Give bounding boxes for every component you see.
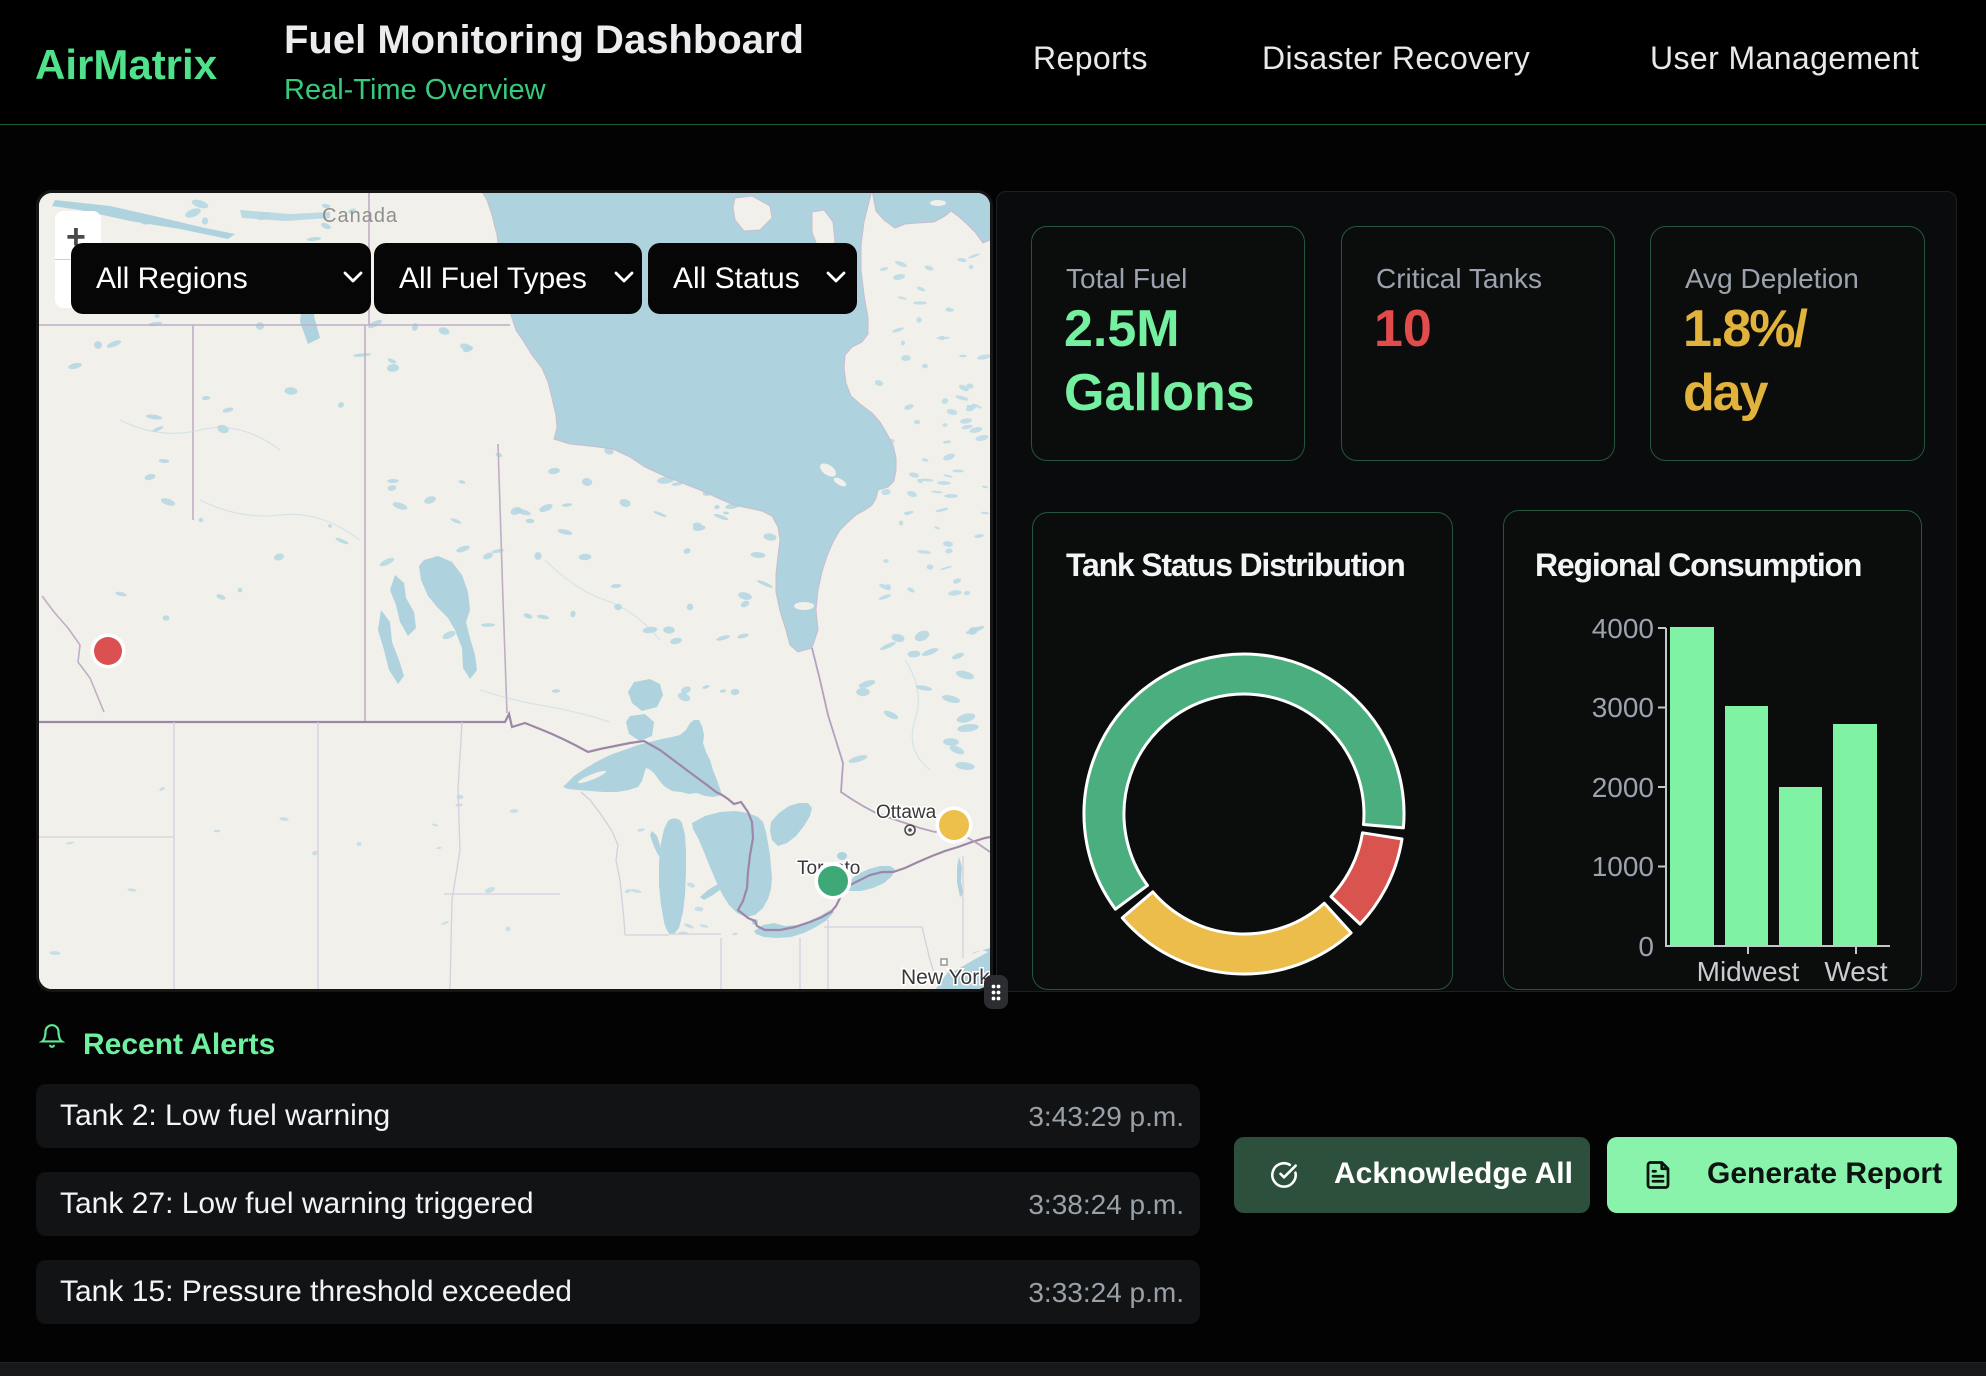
svg-text:4000: 4000 [1592,613,1654,644]
svg-text:Canada: Canada [322,205,398,227]
svg-text:0: 0 [1638,931,1654,962]
svg-text:Midwest: Midwest [1697,956,1800,987]
svg-text:1000: 1000 [1592,851,1654,882]
svg-text:3000: 3000 [1592,692,1654,723]
svg-text:New York: New York [901,966,990,989]
svg-text:West: West [1824,956,1887,987]
svg-text:2000: 2000 [1592,772,1654,803]
svg-text:Ottawa: Ottawa [876,802,937,823]
